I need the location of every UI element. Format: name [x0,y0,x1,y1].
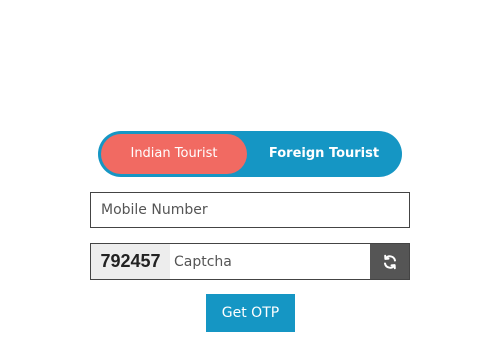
tourist-type-toggle: Indian Tourist Foreign Tourist [98,131,402,177]
refresh-icon [382,254,398,270]
indian-tourist-option[interactable]: Indian Tourist [101,134,247,174]
get-otp-button[interactable]: Get OTP [206,294,295,332]
foreign-tourist-option[interactable]: Foreign Tourist [248,134,400,174]
captcha-row: 792457 [90,243,410,280]
mobile-number-input[interactable] [90,192,410,228]
refresh-captcha-button[interactable] [370,244,409,279]
captcha-input[interactable] [170,244,371,279]
otp-login-form: Indian Tourist Foreign Tourist 792457 Ge… [0,0,500,364]
captcha-code: 792457 [91,244,170,279]
